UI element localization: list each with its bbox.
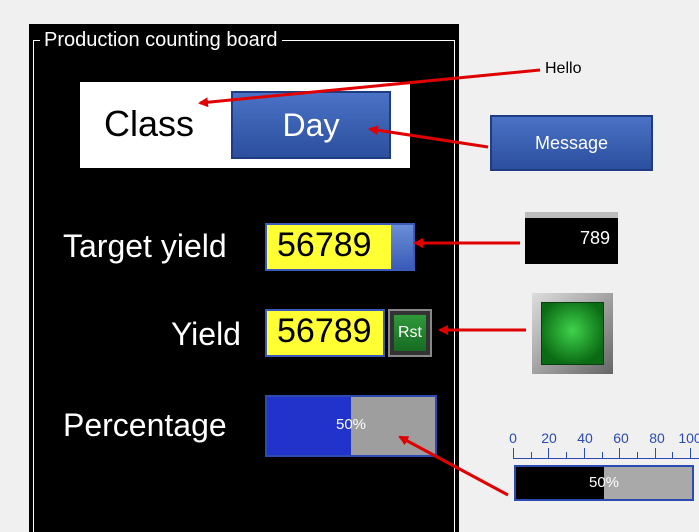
arrow-hello-to-class bbox=[198, 68, 541, 108]
arrow-bar-to-percentage bbox=[398, 435, 509, 497]
arrow-message-to-day bbox=[368, 125, 489, 149]
annotation-arrows bbox=[198, 68, 541, 497]
